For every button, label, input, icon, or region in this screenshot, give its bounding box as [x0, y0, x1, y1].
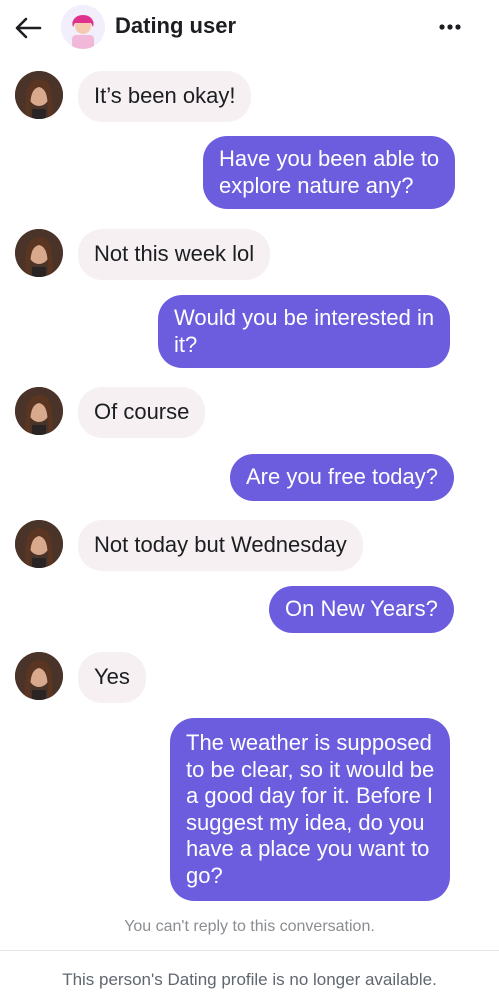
incoming-message[interactable]: It’s been okay!: [78, 71, 252, 122]
back-button[interactable]: [10, 10, 46, 46]
profile-photo: [15, 520, 63, 568]
divider: [0, 950, 499, 951]
profile-photo: [15, 387, 63, 435]
sender-avatar[interactable]: [15, 652, 63, 700]
profile-photo: [15, 652, 63, 700]
profile-unavailable-notice: This person's Dating profile is no longe…: [62, 970, 437, 989]
message-line: suggest my idea, do you: [186, 809, 425, 835]
outgoing-message[interactable]: Are you free today?: [230, 454, 455, 501]
outgoing-message[interactable]: The weather is supposed to be clear, so …: [170, 718, 451, 901]
message-line: explore nature any?: [219, 172, 414, 198]
message-line: Would you be interested in: [174, 305, 435, 330]
sender-avatar[interactable]: [15, 387, 63, 435]
message-line: it?: [174, 331, 198, 357]
more-horizontal-icon: [439, 24, 461, 30]
sender-avatar[interactable]: [15, 520, 63, 568]
dating-user-avatar[interactable]: [61, 5, 105, 49]
chat-header: Dating user: [0, 0, 499, 56]
message-line: The weather is supposed: [186, 730, 432, 755]
message-line: Have you been able to: [219, 146, 440, 171]
message-line: to be clear, so it would be: [186, 756, 435, 782]
message-line: have a place you want to: [186, 836, 430, 861]
message-line: a good day for it. Before I: [186, 783, 434, 808]
message-line: go?: [186, 862, 223, 888]
sender-avatar[interactable]: [15, 71, 63, 119]
profile-photo: [15, 229, 63, 277]
incoming-message[interactable]: Yes: [78, 652, 146, 703]
default-profile-icon: [61, 5, 105, 49]
incoming-message[interactable]: Not this week lol: [78, 229, 271, 280]
outgoing-message[interactable]: On New Years?: [269, 586, 454, 633]
profile-photo: [15, 71, 63, 119]
cannot-reply-notice: You can't reply to this conversation.: [124, 918, 375, 935]
outgoing-message[interactable]: Would you be interested in it?: [158, 295, 451, 368]
incoming-message[interactable]: Not today but Wednesday: [78, 520, 363, 571]
arrow-left-icon: [15, 17, 42, 39]
outgoing-message[interactable]: Have you been able to explore nature any…: [203, 136, 456, 209]
sender-avatar[interactable]: [15, 229, 63, 277]
incoming-message[interactable]: Of course: [78, 387, 206, 438]
more-options-button[interactable]: [432, 12, 468, 42]
chat-title: Dating user: [115, 13, 237, 38]
